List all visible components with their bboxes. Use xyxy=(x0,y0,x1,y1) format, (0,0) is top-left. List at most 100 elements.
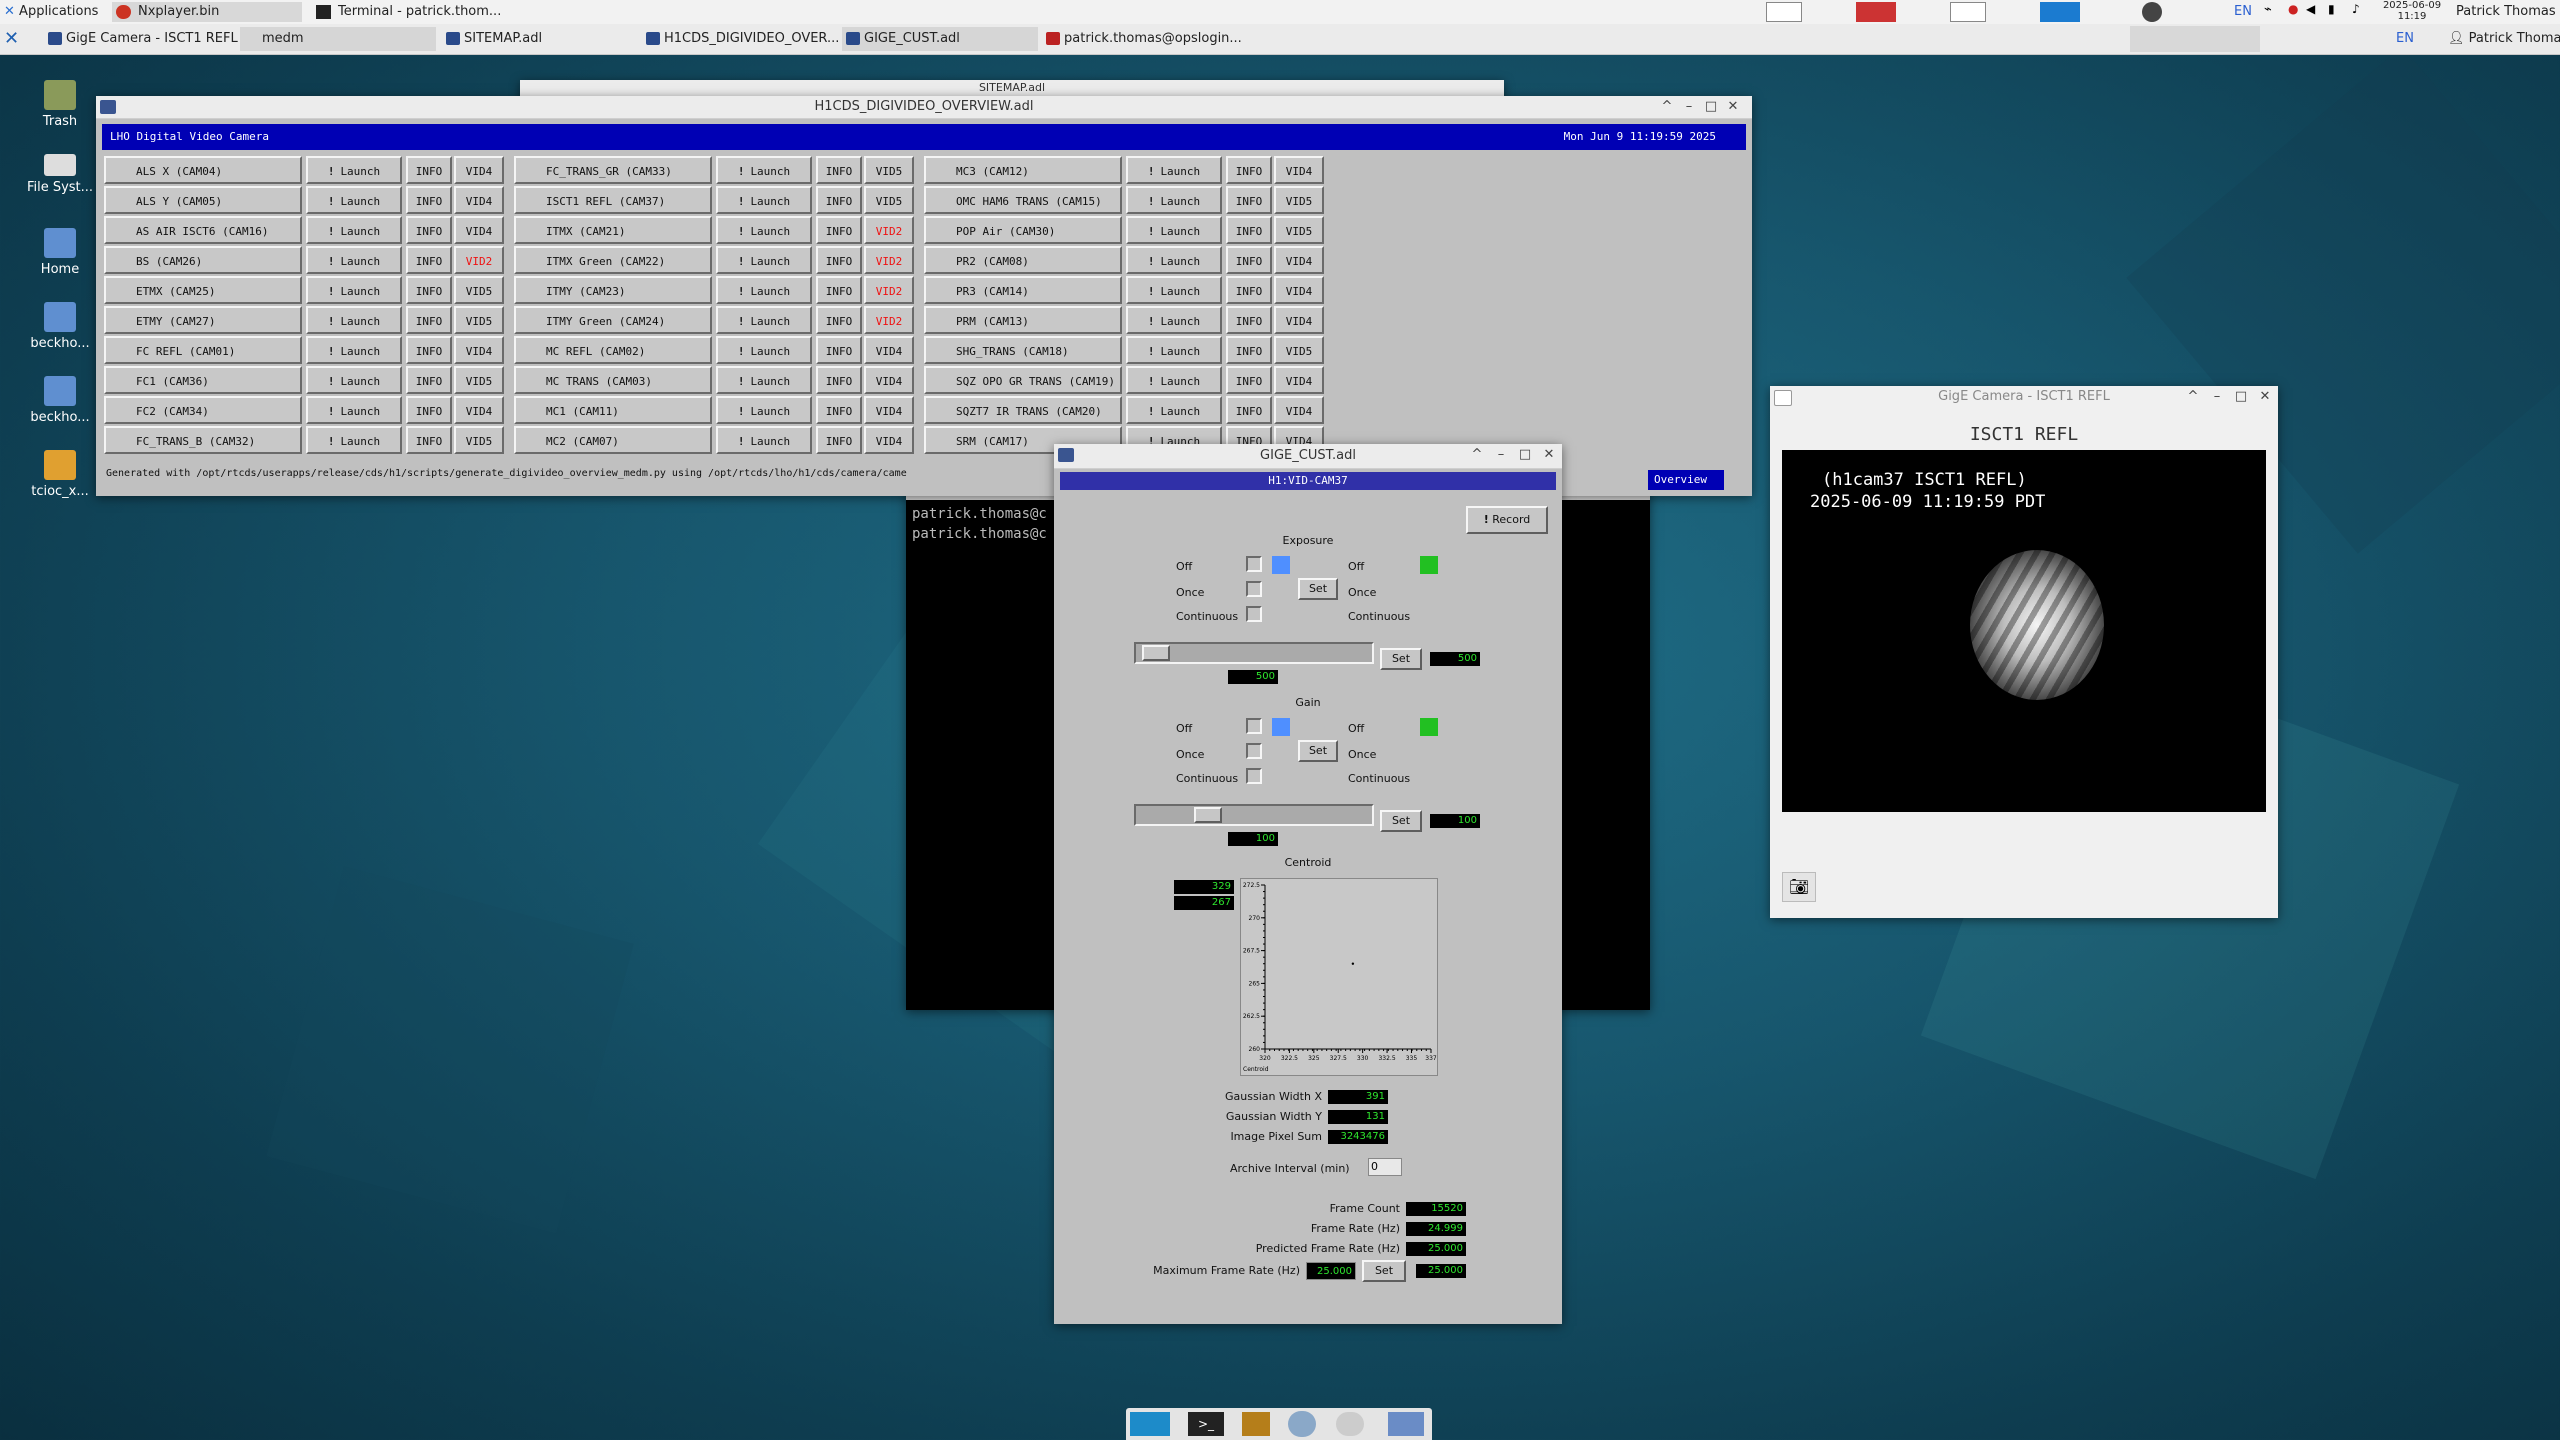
camera-snapshot-icon[interactable]: 📷︎ xyxy=(1782,872,1816,902)
panel-app-terminal[interactable]: Terminal - patrick.thom... xyxy=(312,2,512,22)
launch-button[interactable]: ! Launch xyxy=(716,216,812,244)
launch-button[interactable]: ! Launch xyxy=(1126,186,1222,214)
launch-button[interactable]: ! Launch xyxy=(716,366,812,394)
task-digivideo-overview[interactable]: H1CDS_DIGIVIDEO_OVER... xyxy=(642,27,838,51)
window-titlebar[interactable]: H1CDS_DIGIVIDEO_OVERVIEW.adl ^ – □ ✕ xyxy=(96,96,1752,119)
info-button[interactable]: INFO xyxy=(406,396,452,424)
maximize-icon[interactable]: □ xyxy=(2234,389,2248,405)
launch-button[interactable]: ! Launch xyxy=(306,366,402,394)
gain-once-set-button[interactable]: Set xyxy=(1298,740,1338,762)
launch-button[interactable]: ! Launch xyxy=(306,336,402,364)
panel-app-nxplayer[interactable]: Nxplayer.bin xyxy=(112,2,302,22)
shade-icon[interactable]: ^ xyxy=(2186,389,2200,405)
battery-icon[interactable]: ▮ xyxy=(2328,2,2344,22)
workspace-switcher[interactable] xyxy=(2130,26,2260,52)
network-icon[interactable]: ⌁ xyxy=(2264,2,2282,22)
user-menu[interactable]: Patrick Thomas xyxy=(2456,2,2556,22)
close-icon[interactable]: ✕ xyxy=(1726,99,1740,115)
workspace-3-button[interactable] xyxy=(1950,2,1986,22)
exposure-slider-thumb[interactable] xyxy=(1142,645,1170,661)
notification-bell-icon[interactable]: ♪ xyxy=(2352,2,2368,22)
launch-button[interactable]: ! Launch xyxy=(716,396,812,424)
terminal-output[interactable]: patrick.thomas@c patrick.thomas@c xyxy=(912,504,1047,544)
info-button[interactable]: INFO xyxy=(1226,276,1272,304)
info-button[interactable]: INFO xyxy=(1226,306,1272,334)
web-browser-icon[interactable] xyxy=(1288,1411,1316,1437)
info-button[interactable]: INFO xyxy=(1226,396,1272,424)
shade-icon[interactable]: ^ xyxy=(1470,447,1484,463)
maximize-icon[interactable]: □ xyxy=(1518,447,1532,463)
applications-menu[interactable]: ✕ Applications xyxy=(4,2,98,22)
workspace-1-icon[interactable] xyxy=(1130,1412,1170,1436)
camera-image[interactable]: (h1cam37 ISCT1 REFL) 2025-06-09 11:19:59… xyxy=(1782,450,2266,812)
overview-button[interactable]: Overview xyxy=(1648,470,1724,490)
launch-button[interactable]: ! Launch xyxy=(306,216,402,244)
launch-button[interactable]: ! Launch xyxy=(716,276,812,304)
volume-icon[interactable]: ◀ xyxy=(2306,2,2322,22)
clock[interactable]: 2025-06-09 11:19 xyxy=(2382,0,2442,22)
exposure-off-checkbox[interactable] xyxy=(1246,556,1262,572)
close-all-icon[interactable]: ✕ xyxy=(4,28,19,49)
info-button[interactable]: INFO xyxy=(1226,216,1272,244)
info-button[interactable]: INFO xyxy=(406,426,452,454)
launch-button[interactable]: ! Launch xyxy=(1126,276,1222,304)
info-button[interactable]: INFO xyxy=(406,246,452,274)
launch-button[interactable]: ! Launch xyxy=(306,186,402,214)
launch-button[interactable]: ! Launch xyxy=(716,246,812,274)
info-button[interactable]: INFO xyxy=(816,246,862,274)
minimize-icon[interactable]: – xyxy=(2210,389,2224,405)
launch-button[interactable]: ! Launch xyxy=(1126,396,1222,424)
terminal-icon[interactable]: >_ xyxy=(1188,1412,1224,1436)
desktop-icon-trash[interactable]: Trash xyxy=(20,80,100,129)
close-icon[interactable]: ✕ xyxy=(2258,389,2272,405)
info-button[interactable]: INFO xyxy=(406,216,452,244)
launch-button[interactable]: ! Launch xyxy=(1126,336,1222,364)
task-medm[interactable]: medm xyxy=(240,27,436,51)
search-icon[interactable] xyxy=(1336,1412,1364,1436)
info-button[interactable]: INFO xyxy=(1226,186,1272,214)
info-button[interactable]: INFO xyxy=(816,276,862,304)
launch-button[interactable]: ! Launch xyxy=(306,426,402,454)
minimize-icon[interactable]: – xyxy=(1494,447,1508,463)
info-button[interactable]: INFO xyxy=(406,306,452,334)
info-button[interactable]: INFO xyxy=(816,366,862,394)
language-indicator[interactable]: EN xyxy=(2234,2,2252,22)
launch-button[interactable]: ! Launch xyxy=(306,246,402,274)
launch-button[interactable]: ! Launch xyxy=(1126,366,1222,394)
gain-slider[interactable] xyxy=(1134,804,1374,826)
desktop-icon-beckhoff-2[interactable]: beckho... xyxy=(20,376,100,425)
task-gige-cust[interactable]: GIGE_CUST.adl xyxy=(842,27,1038,51)
gain-slider-thumb[interactable] xyxy=(1194,807,1222,823)
digivideo-overview-window[interactable]: H1CDS_DIGIVIDEO_OVERVIEW.adl ^ – □ ✕ LHO… xyxy=(96,96,1752,496)
window-titlebar[interactable]: GIGE_CUST.adl ^ – □ ✕ xyxy=(1054,444,1562,469)
task-terminal[interactable]: patrick.thomas@opslogin... xyxy=(1042,27,1242,51)
desktop-icon-tcioc[interactable]: tcioc_x... xyxy=(20,450,100,499)
exposure-slider[interactable] xyxy=(1134,642,1374,664)
info-button[interactable]: INFO xyxy=(1226,366,1272,394)
info-button[interactable]: INFO xyxy=(406,276,452,304)
close-icon[interactable]: ✕ xyxy=(1542,447,1556,463)
desktop-icon-filesystem[interactable]: File Syst... xyxy=(20,154,100,195)
info-button[interactable]: INFO xyxy=(816,156,862,184)
launch-button[interactable]: ! Launch xyxy=(306,396,402,424)
exposure-set-button[interactable]: Set xyxy=(1380,648,1422,670)
record-button[interactable]: ! Record xyxy=(1466,506,1548,534)
language-indicator-2[interactable]: EN xyxy=(2396,29,2414,49)
exposure-continuous-checkbox[interactable] xyxy=(1246,606,1262,622)
archive-interval-input[interactable]: 0 xyxy=(1368,1158,1402,1176)
info-button[interactable]: INFO xyxy=(406,156,452,184)
workspace-1-button[interactable] xyxy=(1766,2,1802,22)
launch-button[interactable]: ! Launch xyxy=(1126,156,1222,184)
max-frame-rate-input[interactable]: 25.000 xyxy=(1306,1262,1356,1280)
minimize-icon[interactable]: – xyxy=(1682,99,1696,115)
launch-button[interactable]: ! Launch xyxy=(1126,306,1222,334)
info-button[interactable]: INFO xyxy=(816,336,862,364)
launch-button[interactable]: ! Launch xyxy=(1126,246,1222,274)
launch-button[interactable]: ! Launch xyxy=(716,306,812,334)
info-button[interactable]: INFO xyxy=(406,336,452,364)
info-button[interactable]: INFO xyxy=(816,306,862,334)
launch-button[interactable]: ! Launch xyxy=(1126,216,1222,244)
gain-off-checkbox[interactable] xyxy=(1246,718,1262,734)
info-button[interactable]: INFO xyxy=(816,186,862,214)
info-button[interactable]: INFO xyxy=(816,216,862,244)
